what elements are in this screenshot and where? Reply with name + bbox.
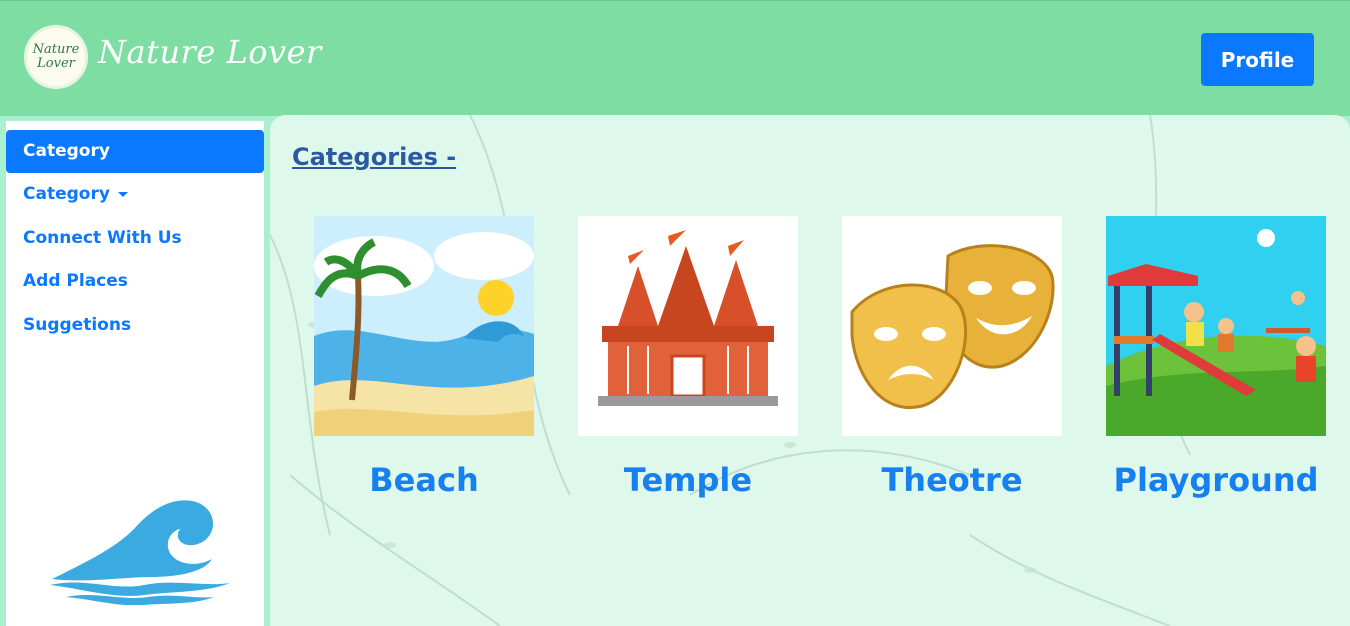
main-content: Categories - Beach Temple Theotre Playgr… [270, 115, 1350, 626]
sidebar-item-label: Category [23, 184, 110, 204]
sidebar-item-category-dropdown[interactable]: Category [23, 184, 128, 204]
logo-text-line1: Nature [32, 42, 80, 57]
sidebar-item-suggestions[interactable]: Suggetions [23, 315, 131, 335]
logo-badge[interactable]: Nature Lover [24, 25, 88, 89]
card-label-playground[interactable]: Playground [1106, 461, 1326, 499]
sidebar: Category Category Connect With Us Add Pl… [6, 121, 264, 626]
card-label-theatre[interactable]: Theotre [842, 461, 1062, 499]
chevron-down-icon [117, 191, 128, 197]
sidebar-item-connect[interactable]: Connect With Us [23, 228, 182, 248]
playground-image[interactable] [1106, 216, 1326, 436]
card-label-temple[interactable]: Temple [578, 461, 798, 499]
temple-image[interactable] [578, 216, 798, 436]
profile-button[interactable]: Profile [1201, 33, 1314, 86]
theatre-masks-image[interactable] [842, 216, 1062, 436]
sidebar-item-add-places[interactable]: Add Places [23, 271, 128, 291]
card-label-beach[interactable]: Beach [314, 461, 534, 499]
wave-icon [50, 500, 230, 605]
brand-title[interactable]: Nature Lover [98, 33, 322, 71]
top-header: Nature Lover Nature Lover Profile [0, 0, 1350, 116]
sidebar-item-category-active[interactable]: Category [6, 130, 264, 173]
logo-text-line2: Lover [37, 56, 75, 71]
beach-image[interactable] [314, 216, 534, 436]
categories-heading: Categories - [292, 143, 457, 171]
